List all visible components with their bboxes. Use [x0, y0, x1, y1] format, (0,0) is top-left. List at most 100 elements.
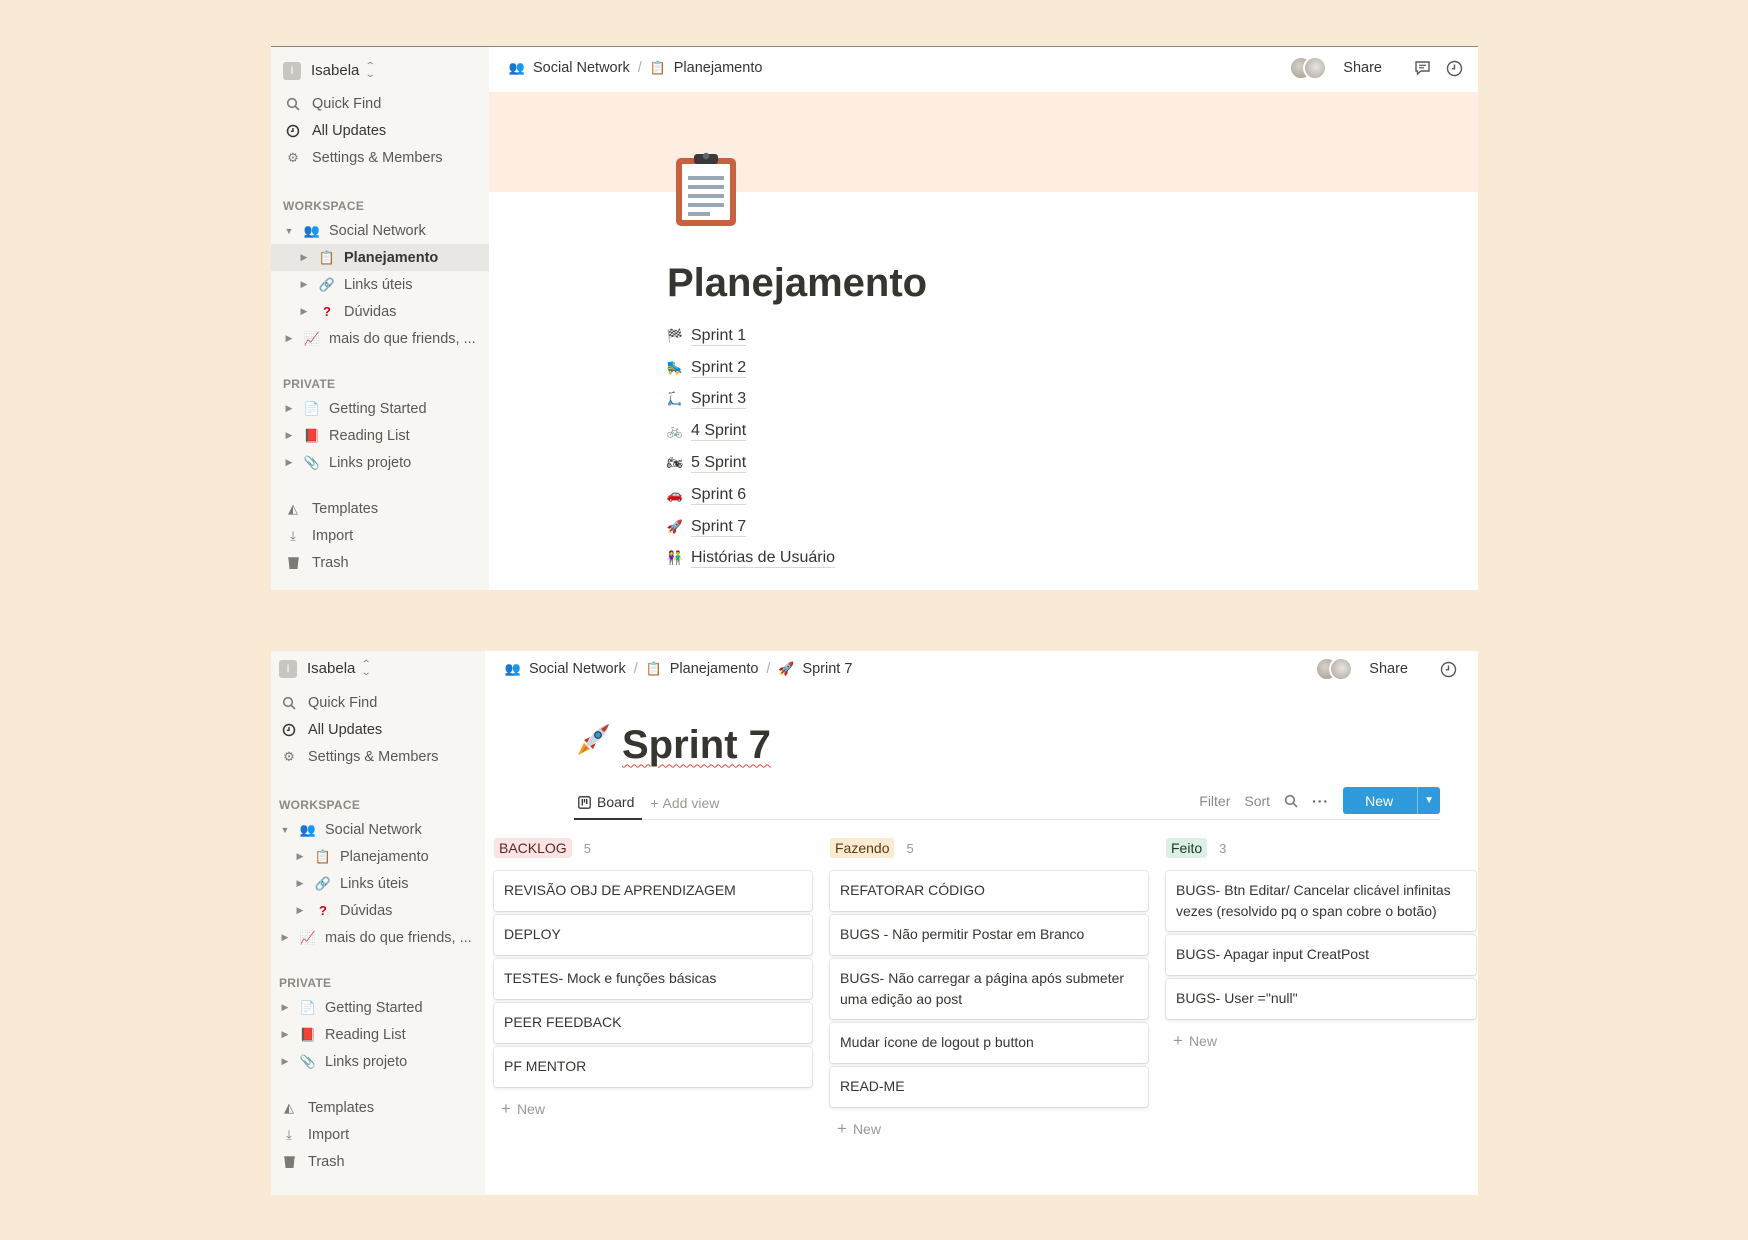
sidebar-all-updates[interactable]: All Updates — [271, 716, 485, 743]
triangle-right-icon[interactable]: ▶ — [298, 279, 310, 290]
subpage-link[interactable]: 🏍 5 Sprint — [667, 447, 835, 479]
sidebar-trash[interactable]: Trash — [271, 549, 489, 576]
sidebar-item-reading-list[interactable]: ▶ 📕 Reading List — [271, 1021, 485, 1048]
more-icon[interactable]: ··· — [1312, 793, 1329, 809]
triangle-right-icon[interactable]: ▶ — [294, 851, 306, 862]
board-card[interactable]: Mudar ícone de logout p button — [830, 1023, 1148, 1063]
sidebar-item-links-uteis[interactable]: ▶ 🔗 Links úteis — [271, 870, 485, 897]
triangle-right-icon[interactable]: ▶ — [279, 1029, 291, 1040]
collaborator-avatars[interactable] — [1315, 657, 1354, 681]
triangle-right-icon[interactable]: ▶ — [283, 403, 295, 414]
subpage-link[interactable]: 🛼 Sprint 2 — [667, 352, 835, 384]
subpage-link[interactable]: 🚲 4 Sprint — [667, 415, 835, 447]
rocket-icon[interactable] — [574, 721, 612, 769]
sidebar-item-getting-started[interactable]: ▶ 📄 Getting Started — [271, 395, 489, 422]
add-card-button[interactable]: + New — [494, 1099, 812, 1119]
clock-icon[interactable] — [1438, 659, 1458, 679]
triangle-right-icon[interactable]: ▶ — [294, 878, 306, 889]
add-card-button[interactable]: + New — [830, 1119, 1148, 1139]
comments-icon[interactable] — [1412, 58, 1432, 78]
subpage-link[interactable]: 🛴 Sprint 3 — [667, 384, 835, 416]
share-button[interactable]: Share — [1343, 60, 1382, 76]
board-card[interactable]: BUGS- Btn Editar/ Cancelar clicável infi… — [1166, 871, 1476, 931]
share-button[interactable]: Share — [1369, 661, 1408, 677]
sidebar-item-planejamento[interactable]: ▶ 📋 Planejamento — [271, 244, 489, 271]
filter-button[interactable]: Filter — [1199, 793, 1230, 809]
sidebar-import[interactable]: ⤓ Import — [271, 1121, 485, 1148]
board-card[interactable]: BUGS - Não permitir Postar em Branco — [830, 915, 1148, 955]
sidebar-item-social-network[interactable]: ▼ 👥 Social Network — [271, 816, 485, 843]
sidebar-item-duvidas[interactable]: ▶ ? Dúvidas — [271, 298, 489, 325]
board-card[interactable]: DEPLOY — [494, 915, 812, 955]
sidebar-trash[interactable]: Trash — [271, 1148, 485, 1175]
triangle-right-icon[interactable]: ▶ — [298, 306, 310, 317]
sidebar-settings[interactable]: ⚙ Settings & Members — [271, 743, 485, 770]
sidebar-item-links-projeto[interactable]: ▶ 📎 Links projeto — [271, 1048, 485, 1075]
board-card[interactable]: BUGS- Apagar input CreatPost — [1166, 935, 1476, 975]
collaborator-avatars[interactable] — [1289, 56, 1328, 80]
triangle-right-icon[interactable]: ▶ — [294, 905, 306, 916]
subpage-link[interactable]: 👫 Histórias de Usuário — [667, 543, 836, 575]
subpage-link[interactable]: 🚗 Sprint 6 — [667, 479, 835, 511]
sidebar-settings[interactable]: ⚙ Settings & Members — [271, 144, 489, 171]
triangle-down-icon[interactable]: ▼ — [283, 226, 295, 236]
board-card[interactable]: BUGS- Não carregar a página após submete… — [830, 959, 1148, 1019]
triangle-right-icon[interactable]: ▶ — [283, 333, 295, 344]
sidebar-templates[interactable]: ◭ Templates — [271, 495, 489, 522]
board-card[interactable]: REFATORAR CÓDIGO — [830, 871, 1148, 911]
triangle-right-icon[interactable]: ▶ — [279, 932, 291, 943]
sidebar-item-social-network[interactable]: ▼ 👥 Social Network — [271, 217, 489, 244]
triangle-right-icon[interactable]: ▶ — [279, 1002, 291, 1013]
search-icon — [281, 695, 297, 711]
sidebar-item-links-uteis[interactable]: ▶ 🔗 Links úteis — [271, 271, 489, 298]
sidebar-item-duvidas[interactable]: ▶ ? Dúvidas — [271, 897, 485, 924]
sidebar-item-mais-do-que-friends[interactable]: ▶ 📈 mais do que friends, ... — [271, 924, 485, 951]
board-card[interactable]: READ-ME — [830, 1067, 1148, 1107]
board-card[interactable]: PEER FEEDBACK — [494, 1003, 812, 1043]
sidebar-templates[interactable]: ◭ Templates — [271, 1094, 485, 1121]
add-card-button[interactable]: + New — [1166, 1031, 1476, 1051]
board-card[interactable]: REVISÃO OBJ DE APRENDIZAGEM — [494, 871, 812, 911]
board-card[interactable]: BUGS- User ="null" — [1166, 979, 1476, 1019]
sidebar-all-updates[interactable]: All Updates — [271, 117, 489, 144]
sidebar-quick-find[interactable]: Quick Find — [271, 90, 489, 117]
triangle-right-icon[interactable]: ▶ — [298, 252, 310, 263]
sidebar-item-planejamento[interactable]: ▶ 📋 Planejamento — [271, 843, 485, 870]
page-cover[interactable] — [489, 92, 1478, 192]
sidebar-import[interactable]: ⤓ Import — [271, 522, 489, 549]
sidebar-item-mais-do-que-friends[interactable]: ▶ 📈 mais do que friends, ... — [271, 325, 489, 352]
subpage-link[interactable]: 🚀 Sprint 7 — [667, 511, 835, 543]
subpage-link[interactable]: 🏁 Sprint 1 — [667, 320, 835, 352]
new-button[interactable]: New ▼ — [1343, 787, 1440, 814]
board-column-feito: Feito 3 BUGS- Btn Editar/ Cancelar clicá… — [1166, 837, 1476, 1139]
board-card[interactable]: TESTES- Mock e funções básicas — [494, 959, 812, 999]
triangle-right-icon[interactable]: ▶ — [283, 430, 295, 441]
sidebar-item-getting-started[interactable]: ▶ 📄 Getting Started — [271, 994, 485, 1021]
workspace-switcher[interactable]: I Isabela ⌃ ⌄ — [271, 655, 485, 682]
workspace-switcher[interactable]: I Isabela ⌃ ⌄ — [271, 57, 489, 84]
triangle-right-icon[interactable]: ▶ — [283, 457, 295, 468]
sidebar-item-reading-list[interactable]: ▶ 📕 Reading List — [271, 422, 489, 449]
sort-button[interactable]: Sort — [1244, 793, 1270, 809]
status-badge[interactable]: Fazendo — [830, 838, 895, 858]
page-title[interactable]: Sprint 7 — [622, 723, 771, 768]
breadcrumb-planejamento[interactable]: 📋 Planejamento — [650, 60, 763, 76]
page-title[interactable]: Planejamento — [667, 261, 927, 306]
chevron-down-icon[interactable]: ▼ — [1417, 787, 1440, 814]
breadcrumb-planejamento[interactable]: 📋 Planejamento — [646, 661, 759, 677]
tab-board[interactable]: Board — [574, 786, 643, 820]
add-view-button[interactable]: + Add view — [650, 795, 719, 811]
status-badge[interactable]: Feito — [1166, 838, 1208, 858]
clock-icon[interactable] — [1444, 58, 1464, 78]
breadcrumb-social-network[interactable]: 👥 Social Network — [505, 661, 626, 677]
triangle-down-icon[interactable]: ▼ — [279, 825, 291, 835]
clipboard-icon[interactable] — [674, 152, 738, 233]
triangle-right-icon[interactable]: ▶ — [279, 1056, 291, 1067]
sidebar-item-links-projeto[interactable]: ▶ 📎 Links projeto — [271, 449, 489, 476]
board-card[interactable]: PF MENTOR — [494, 1047, 812, 1087]
breadcrumb-social-network[interactable]: 👥 Social Network — [509, 60, 630, 76]
sidebar-quick-find[interactable]: Quick Find — [271, 689, 485, 716]
breadcrumb-sprint-7[interactable]: 🚀 Sprint 7 — [778, 661, 852, 677]
search-icon[interactable] — [1284, 794, 1298, 808]
status-badge[interactable]: BACKLOG — [494, 838, 572, 858]
